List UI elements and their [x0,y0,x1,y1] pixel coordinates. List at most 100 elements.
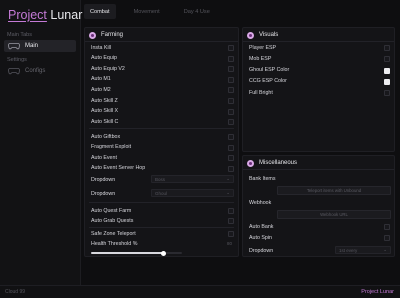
gamepad-icon [8,43,20,50]
auto-event-checkbox[interactable] [228,155,234,162]
dropdown-2-label: Dropdown [91,190,116,197]
dropdown-row-1: Dropdown [91,175,115,184]
auto-giftbox-label: Auto Giftbox [91,133,121,140]
auto-skill-x-label: Auto Skill X [91,108,119,115]
ccg-esp-color-checkbox[interactable] [384,78,390,85]
tab-movement[interactable]: Movement [128,4,166,19]
misc-dropdown-select[interactable]: 1st every ⌄ [335,246,391,254]
health-threshold-value: 80 [227,241,233,246]
sidebar-item-main[interactable]: Main [4,40,76,52]
insta-kill-label: Insta Kill [91,44,112,51]
dropdown-1-label: Dropdown [91,176,116,183]
user-avatar-icon [247,31,254,39]
auto-bank-checkbox[interactable] [384,224,390,230]
mob-esp-checkbox[interactable] [384,56,390,63]
auto-equip-v2-checkbox[interactable] [228,66,234,73]
visuals-header: Visuals [247,31,278,39]
misc-header: Miscellaneous [247,159,297,167]
auto-grab-quests-label: Auto Grab Quests [91,217,134,224]
fragment-exploit-checkbox[interactable] [228,144,234,151]
toggle-row: Fragment Exploit [91,143,131,152]
toggle-row: Auto Skill Z [91,96,118,105]
teleport-items-button[interactable]: Teleport items with Unbound [277,186,391,195]
toggle-row: Auto Equip [91,54,117,63]
status-bar: Cloud 99 Project Lunar [0,285,400,298]
toggle-row: Auto Event Server Hop [91,164,145,173]
ccg-esp-color-label: CCG ESP Color [249,78,287,85]
ghoul-esp-color-label: Ghoul ESP Color [249,67,290,74]
visuals-title: Visuals [259,32,279,38]
bank-items-row: Bank Items [249,174,276,183]
divider [243,169,394,170]
farming-title: Farming [101,32,124,38]
sidebar-item-configs[interactable]: Configs [4,65,76,77]
dropdown-2-select[interactable]: Ghoul ⌄ [151,189,234,197]
slider-fill [91,252,164,254]
toggle-row: Auto Grab Quests [91,216,133,225]
player-esp-label: Player ESP [249,44,277,51]
auto-grab-quests-checkbox[interactable] [228,218,234,224]
slider-handle[interactable] [161,250,167,256]
footer-left-text: Cloud 99 [5,289,26,295]
auto-quest-farm-label: Auto Quest Farm [91,207,132,214]
auto-event-server-hop-checkbox[interactable] [228,165,234,172]
ghoul-esp-color-checkbox[interactable] [384,67,390,74]
auto-m2-checkbox[interactable] [228,87,234,94]
auto-giftbox-checkbox[interactable] [228,134,234,140]
toggle-row: Player ESP [249,43,276,52]
auto-skill-x-checkbox[interactable] [228,108,234,115]
toggle-row: Auto Skill X [91,107,118,116]
auto-equip-v2-label: Auto Equip V2 [91,65,125,72]
visuals-panel: Visuals Player ESP Mob ESP Ghoul ESP Color… [242,27,395,152]
health-threshold-label: Health Threshold % [91,240,138,247]
auto-skill-c-checkbox[interactable] [228,119,234,126]
divider [243,41,394,42]
tab-day-4-use[interactable]: Day 4 Use [178,4,216,19]
health-row: Health Threshold % [91,239,137,248]
toggle-row: Ghoul ESP Color [249,66,289,75]
auto-skill-z-label: Auto Skill Z [91,97,118,104]
dropdown-1-select[interactable]: Boss ⌄ [151,175,234,183]
logo-lunar: Lunar [50,8,83,22]
tab-combat[interactable]: Combat [84,4,116,19]
full-bright-checkbox[interactable] [384,90,390,97]
logo-project: Project [8,8,47,22]
gamepad-icon [8,68,20,75]
auto-event-label: Auto Event [91,154,117,161]
insta-kill-checkbox[interactable] [228,45,234,51]
toggle-row: Auto Equip V2 [91,64,125,73]
auto-skill-z-checkbox[interactable] [228,98,234,104]
toggle-row: Auto Spin [249,233,272,242]
auto-bank-label: Auto Bank [249,223,274,230]
player-esp-checkbox[interactable] [384,45,390,51]
chevron-down-icon: ⌄ [383,247,387,252]
auto-spin-checkbox[interactable] [384,235,390,241]
toggle-row: Mob ESP [249,54,271,63]
safe-zone-teleport-checkbox[interactable] [228,231,234,237]
webhook-url-input[interactable]: Webhook URL [277,210,391,219]
health-threshold-slider[interactable] [91,250,182,256]
toggle-row: Auto Bank [249,222,273,231]
full-bright-label: Full Bright [249,89,273,96]
app-window: Project Lunar Main Tabs Main Settings Co… [0,0,400,298]
toggle-row: Auto Event [91,153,117,162]
auto-equip-checkbox[interactable] [228,55,234,62]
toggle-row: Auto M1 [91,75,111,84]
auto-m1-checkbox[interactable] [228,76,234,83]
sidebar-item-configs-label: Configs [25,68,46,74]
toggle-row: CCG ESP Color [249,77,287,86]
auto-skill-c-label: Auto Skill C [91,118,119,125]
webhook-label: Webhook [249,199,272,206]
footer-brand: Project Lunar [361,289,394,295]
chevron-down-icon: ⌄ [226,176,230,181]
auto-m1-label: Auto M1 [91,76,111,83]
auto-quest-farm-checkbox[interactable] [228,208,234,214]
auto-event-server-hop-label: Auto Event Server Hop [91,165,146,172]
divider [89,202,234,203]
toggle-row: Auto M2 [91,85,111,94]
toggle-row: Auto Quest Farm [91,206,131,215]
chevron-down-icon: ⌄ [226,190,230,195]
dropdown-1-value: Boss [155,176,166,182]
dropdown-row-2: Dropdown [91,189,115,198]
sidebar: Project Lunar Main Tabs Main Settings Co… [0,0,83,285]
